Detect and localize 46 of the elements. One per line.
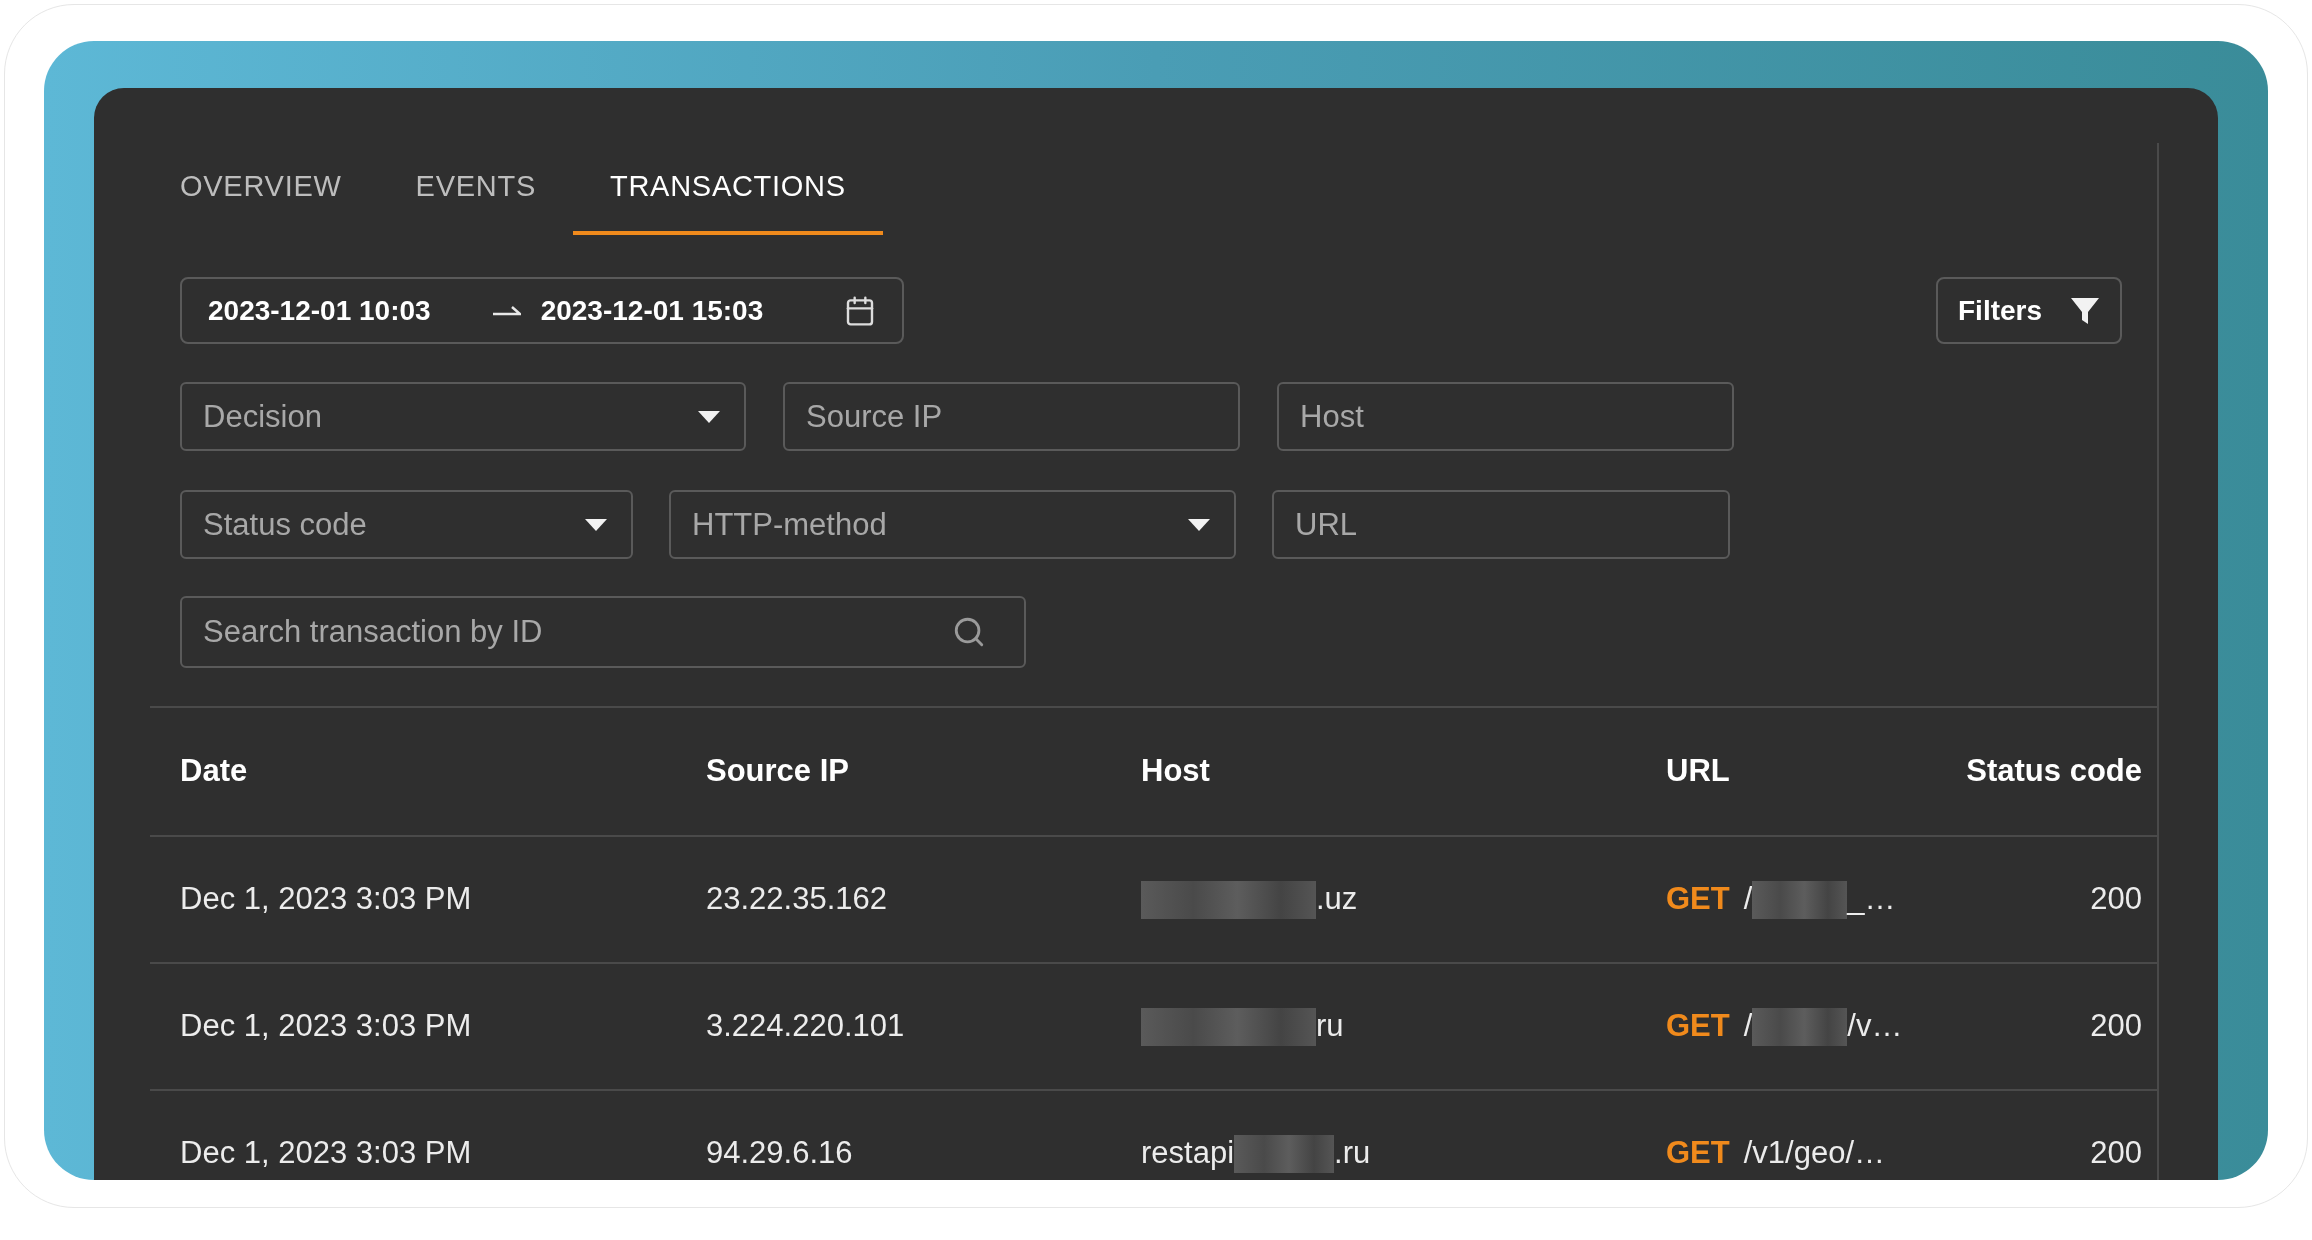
column-header: Status code [1966, 752, 2142, 791]
url-text: / [1743, 1007, 1753, 1046]
column-header: Date [180, 752, 249, 791]
search-field[interactable]: Search transaction by ID [180, 596, 1026, 668]
url-text: /v1/geo/… [1743, 1134, 1886, 1173]
column-header: Host [1141, 752, 1211, 791]
column-header: URL [1666, 752, 1731, 791]
host-text: ru [1316, 1007, 1344, 1046]
host-text: restapi [1141, 1134, 1235, 1173]
date-cell-text: Dec 1, 2023 3:03 PM [180, 1134, 473, 1173]
date-cell-text: Dec 1, 2023 3:03 PM [180, 880, 473, 919]
search-icon [952, 615, 986, 649]
method-label: GET [1666, 1134, 1730, 1173]
column-header: Source IP [706, 752, 850, 791]
host-text: .ru [1334, 1134, 1371, 1173]
input-field[interactable]: URL [1272, 490, 1730, 559]
url-text: _… [1847, 880, 1896, 919]
end-date: 2023-12-01 15:03 [540, 293, 764, 328]
tab[interactable]: EVENTS [378, 143, 573, 235]
dropdown-field[interactable]: HTTP-method [669, 490, 1236, 559]
url-text: / [1743, 880, 1753, 919]
dropdown-field[interactable]: Decision [180, 382, 746, 451]
caret-down-icon [1188, 519, 1210, 531]
ip-cell-text: 94.29.6.16 [706, 1134, 854, 1173]
calendar-icon [844, 294, 876, 327]
start-date: 2023-12-01 10:03 [208, 293, 431, 328]
tab[interactable]: OVERVIEW [143, 143, 379, 235]
status-cell-text: 200 [2090, 1134, 2142, 1173]
method-label: GET [1666, 1007, 1730, 1046]
caret-down-icon [585, 519, 607, 531]
filters-button[interactable]: Filters [1936, 277, 2122, 344]
ip-cell-text: 3.224.220.101 [706, 1007, 906, 1046]
tab[interactable]: TRANSACTIONS [572, 143, 883, 235]
method-label: GET [1666, 880, 1730, 919]
status-cell-text: 200 [2090, 880, 2142, 919]
input-field[interactable]: Host [1277, 382, 1734, 451]
host-text: .uz [1316, 880, 1358, 919]
input-field[interactable]: Source IP [783, 382, 1240, 451]
dropdown-field[interactable]: Status code [180, 490, 633, 559]
ip-cell-text: 23.22.35.162 [706, 880, 888, 919]
funnel-icon [2070, 295, 2100, 326]
date-cell-text: Dec 1, 2023 3:03 PM [180, 1007, 473, 1046]
status-cell-text: 200 [2090, 1007, 2142, 1046]
caret-down-icon [698, 411, 720, 423]
date-range-field[interactable]: 2023-12-01 10:03 2023-12-01 15:03 [180, 277, 904, 344]
url-text: /v… [1847, 1007, 1903, 1046]
